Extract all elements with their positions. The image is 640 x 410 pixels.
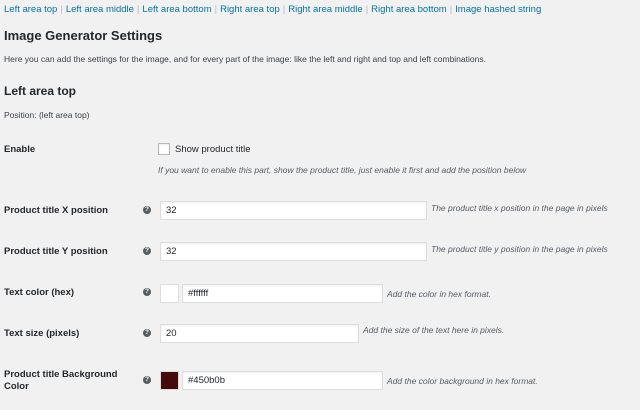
background-color-input[interactable] (182, 371, 383, 390)
text-color-swatch[interactable] (160, 284, 179, 303)
bg-color-label: Product title Background Color (4, 369, 118, 392)
x-position-label: Product title X position (4, 205, 108, 216)
enable-label: Enable (4, 144, 36, 155)
show-product-title-label[interactable]: Show product title (175, 144, 251, 155)
position-note: Position: (left area top) (4, 110, 90, 120)
nav-separator: | (449, 4, 453, 15)
text-color-label: Text color (hex) (4, 287, 75, 298)
nav-right-area-bottom[interactable]: Right area bottom (371, 4, 447, 15)
question-icon[interactable]: ? (143, 288, 151, 296)
nav-right-area-middle[interactable]: Right area middle (288, 4, 362, 15)
intro-text: Here you can add the settings for the im… (4, 54, 486, 64)
text-size-input[interactable] (160, 324, 359, 343)
nav-separator: | (214, 4, 218, 15)
nav-image-hashed-string[interactable]: Image hashed string (455, 4, 541, 15)
question-icon[interactable]: ? (143, 376, 151, 384)
question-icon[interactable]: ? (143, 247, 151, 255)
background-color-swatch[interactable] (160, 371, 179, 390)
section-title: Left area top (4, 84, 77, 98)
nav-separator: | (60, 4, 63, 15)
text-size-description: Add the size of the text here in pixels. (363, 325, 505, 335)
question-icon[interactable]: ? (143, 206, 151, 214)
y-position-input[interactable] (160, 242, 427, 261)
nav-right-area-top[interactable]: Right area top (220, 4, 280, 15)
x-position-description: The product title x position in the page… (431, 203, 608, 213)
y-position-label: Product title Y position (4, 246, 108, 257)
enable-description: If you want to enable this part, show th… (158, 165, 527, 175)
nav-separator: | (365, 4, 369, 15)
y-position-description: The product title y position in the page… (431, 244, 608, 254)
subsubsub-nav: Left area top | Left area middle | Left area… (4, 4, 541, 15)
question-icon[interactable]: ? (143, 329, 151, 337)
text-size-label: Text size (pixels) (4, 328, 80, 339)
x-position-input[interactable] (160, 201, 427, 220)
nav-left-area-bottom[interactable]: Left area bottom (142, 4, 211, 15)
nav-separator: | (282, 4, 286, 15)
show-product-title-checkbox[interactable] (158, 143, 170, 155)
nav-left-area-middle[interactable]: Left area middle (66, 4, 134, 15)
text-color-description: Add the color in hex format. (387, 289, 491, 299)
bg-color-description: Add the color background in hex format. (387, 376, 538, 386)
page-title: Image Generator Settings (4, 28, 163, 43)
text-color-input[interactable] (182, 284, 383, 303)
nav-left-area-top[interactable]: Left area top (4, 4, 57, 15)
